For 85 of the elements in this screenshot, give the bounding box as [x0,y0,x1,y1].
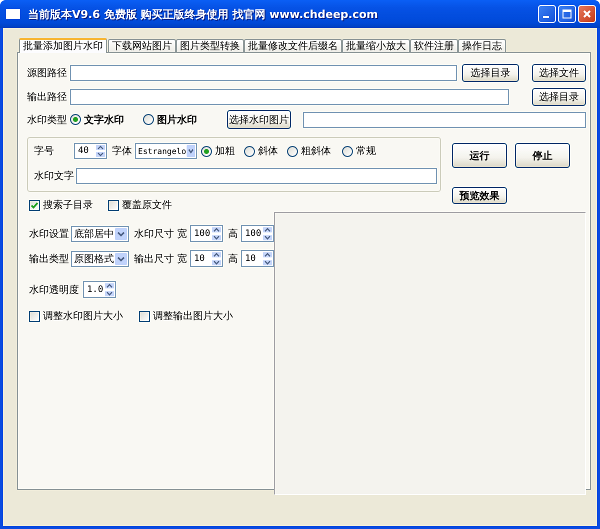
field-label: 高 [228,228,238,240]
field-label: 宽 [177,228,187,240]
field-label: 输出路径 [27,90,68,104]
down-arrow-icon[interactable] [95,151,106,158]
input-field[interactable] [70,89,509,105]
up-arrow-icon[interactable] [211,251,222,258]
radio-button[interactable] [244,146,255,156]
down-arrow-icon[interactable] [211,234,222,241]
checkbox-label: 调整水印图片大小 [43,310,123,323]
radio-button[interactable] [70,114,81,125]
caret-icon[interactable] [186,144,196,158]
tab[interactable]: 软件注册 [410,39,458,52]
radio-label: 文字水印 [84,113,124,126]
checkbox[interactable] [108,200,119,210]
dropdown[interactable]: 底部居中 [71,226,129,242]
field-label: 水印文字 [34,170,74,183]
spin-box[interactable]: 10 [190,250,223,267]
tab[interactable]: 操作日志 [458,39,506,52]
field-label: 字号 [34,144,55,158]
checkbox-label: 调整输出图片大小 [153,310,233,323]
spin-box[interactable]: 1.0 [83,281,116,298]
radio-button[interactable] [287,146,298,156]
select-button[interactable]: 选择目录 [532,88,586,106]
minimize-icon [542,16,548,18]
radio-label: 斜体 [258,144,278,158]
maximize-icon [562,9,572,19]
field-label: 高 [228,252,238,266]
up-arrow-icon[interactable] [262,226,273,234]
maximize-button[interactable] [558,5,576,23]
radio-label: 加粗 [215,144,235,158]
dropdown[interactable]: Estrangelo [135,143,197,159]
tab[interactable]: 图片类型转换 [176,39,244,52]
field-label: 水印透明度 [29,284,79,296]
field-label: 水印设置 [29,228,69,240]
checkbox[interactable] [29,200,40,210]
spin-box[interactable]: 40 [74,143,107,159]
close-icon [582,9,592,19]
caret-icon[interactable] [114,252,128,266]
tab[interactable]: 批量修改文件后缀名 [244,39,342,52]
up-arrow-icon[interactable] [104,282,115,290]
radio-label: 图片水印 [157,114,197,126]
down-arrow-icon[interactable] [262,258,273,266]
input-field[interactable] [70,65,457,81]
checkbox[interactable] [29,310,40,322]
close-button[interactable] [578,5,596,23]
spin-box[interactable]: 100 [241,225,274,242]
radio-button[interactable] [342,146,353,156]
down-arrow-icon[interactable] [211,258,222,266]
radio-button[interactable] [143,114,154,125]
caret-icon[interactable] [114,226,128,240]
field-label: 输出尺寸 [134,252,174,266]
checkbox-label: 搜索子目录 [43,198,93,212]
input-field[interactable] [303,112,586,128]
checkbox[interactable] [139,310,150,322]
app-icon [6,9,20,19]
up-arrow-icon[interactable] [95,144,106,151]
tab[interactable]: 下载网站图片 [108,39,176,52]
window-title: 当前版本V9.6 免费版 购买正版终身使用 找官网 www.chdeep.com [28,6,380,22]
field-label: 宽 [177,252,187,266]
field-label: 水印尺寸 [134,228,174,240]
dropdown[interactable]: 原图格式 [71,250,129,266]
spin-box[interactable]: 100 [190,225,223,242]
select-image-button[interactable]: 选择水印图片 [227,110,291,129]
radio-label: 常规 [356,144,376,158]
input-field[interactable] [76,168,437,184]
up-arrow-icon[interactable] [211,226,222,234]
tab[interactable]: 批量添加图片水印 [19,38,107,53]
tab[interactable]: 批量缩小放大 [342,39,410,52]
radio-button[interactable] [201,146,212,156]
down-arrow-icon[interactable] [262,234,273,241]
preview-button[interactable]: 预览效果 [452,187,507,204]
select-button[interactable]: 选择目录 [462,64,519,82]
select-button[interactable]: 选择文件 [532,64,586,82]
down-arrow-icon[interactable] [104,290,115,297]
action-button[interactable]: 运行 [452,143,507,168]
field-label: 字体 [112,144,133,158]
field-label: 输出类型 [29,252,69,266]
minimize-button[interactable] [538,5,556,23]
field-label: 源图路径 [27,67,68,80]
up-arrow-icon[interactable] [262,251,273,258]
radio-label: 粗斜体 [301,144,331,158]
action-button[interactable]: 停止 [515,143,570,168]
spin-box[interactable]: 10 [241,250,274,267]
checkbox-label: 覆盖原文件 [122,198,172,212]
field-label: 水印类型 [27,114,68,126]
